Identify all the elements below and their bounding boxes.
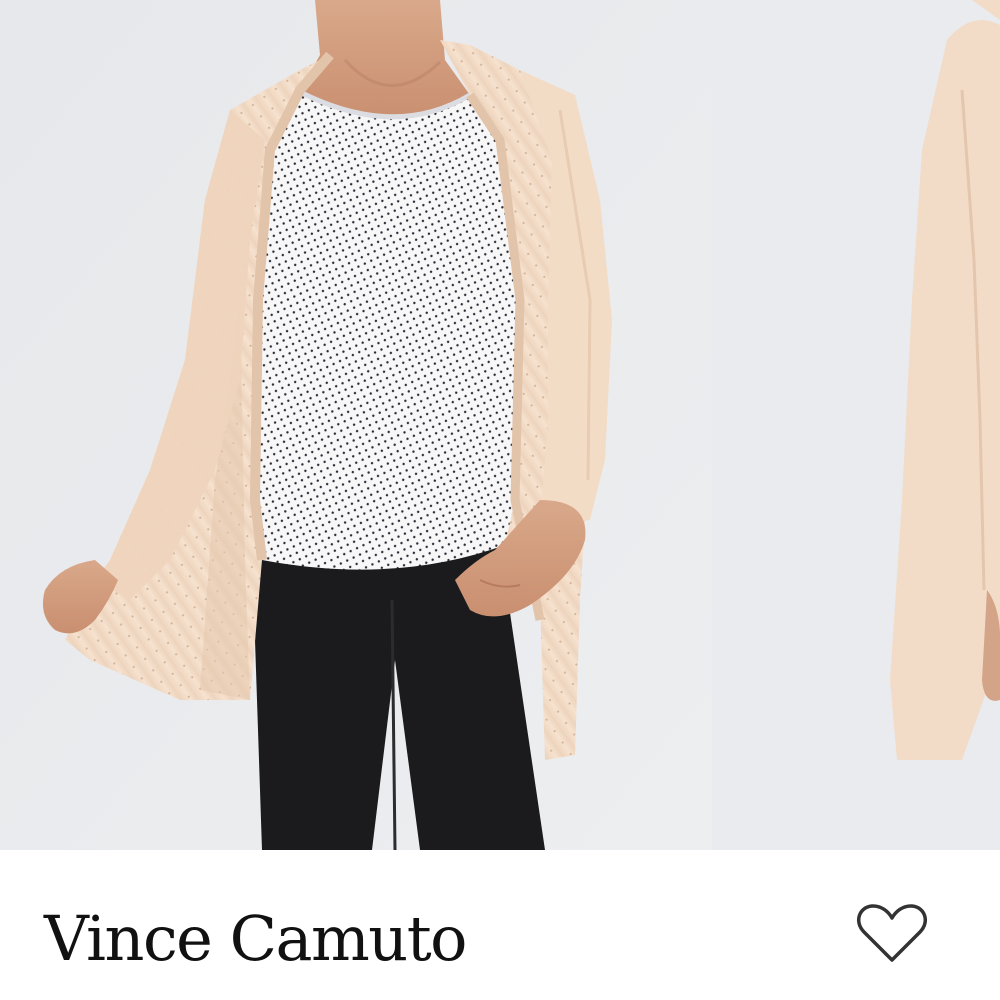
product-image-gallery[interactable] — [0, 0, 1000, 850]
product-photo-main[interactable] — [0, 0, 712, 850]
listing-page: Vince Camuto — [0, 0, 1000, 1000]
product-photo-secondary[interactable] — [712, 0, 1000, 850]
heart-outline-icon — [856, 902, 928, 966]
like-button[interactable] — [856, 902, 928, 966]
product-info: Vince Camuto — [0, 850, 1000, 1000]
brand-name[interactable]: Vince Camuto — [44, 908, 467, 970]
